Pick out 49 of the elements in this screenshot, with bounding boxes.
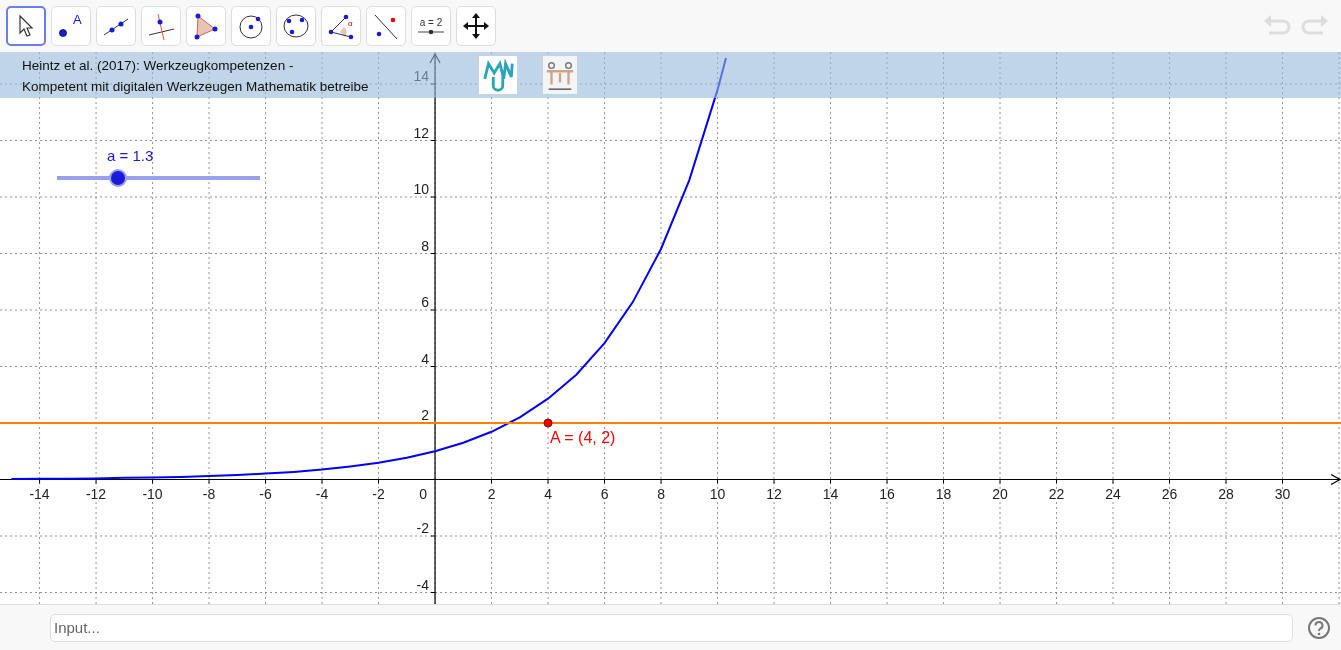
- axis-tick-label: 10: [413, 181, 430, 197]
- tool-button[interactable]: A: [51, 6, 91, 46]
- ellipse-icon: [281, 11, 311, 41]
- slider-icon: [416, 27, 446, 36]
- origin-label: 0: [419, 485, 427, 502]
- axis-tick-label: -12: [85, 485, 107, 502]
- axis-tick-label: 18: [935, 485, 952, 502]
- axis-tick-label: -8: [202, 485, 216, 502]
- axis-tick-label: 30: [1274, 485, 1291, 502]
- tool-button[interactable]: α: [321, 6, 361, 46]
- axis-tick-label: 24: [1105, 485, 1121, 502]
- point-icon: [59, 29, 67, 37]
- axis-tick-label: 14: [822, 485, 839, 502]
- axis-tick-label: 28: [1218, 485, 1234, 502]
- axis-tick-label: 12: [413, 124, 430, 141]
- axis-tick-label: -4: [315, 485, 329, 502]
- axis-tick-label: 2: [421, 407, 430, 423]
- slider-thumb[interactable]: [110, 171, 125, 185]
- slider-label: a = 1.3: [107, 147, 155, 165]
- axis-tick-label: 2: [487, 485, 496, 502]
- axis-tick-label: 4: [421, 350, 430, 367]
- axis-tick-label: -14: [29, 485, 50, 502]
- axis-tick-label: 6: [421, 294, 430, 310]
- axis-tick-label: 14: [413, 68, 430, 84]
- axis-tick-label: 8: [421, 237, 430, 254]
- tool-button[interactable]: a = 2: [411, 6, 451, 46]
- axis-tick-label: 22: [1048, 485, 1065, 502]
- axis-tick-label: 26: [1161, 485, 1178, 502]
- logo-icon: [479, 55, 517, 95]
- help-icon[interactable]: [1307, 615, 1331, 640]
- axis-tick-label: -6: [259, 485, 272, 502]
- axis-tick-label: -2: [416, 520, 430, 536]
- point-label: A = (4, 2): [550, 429, 616, 446]
- axis-tick-label: 4: [544, 485, 552, 502]
- axis-tick-label: 20: [992, 485, 1008, 502]
- axis-tick-label: 10: [709, 485, 726, 502]
- axis-tick-label: -4: [416, 576, 430, 593]
- axis-tick-label: 12: [766, 485, 782, 502]
- axis-tick-label: 16: [879, 485, 895, 502]
- perpendicular-line-icon: [146, 11, 176, 41]
- move-arrows-icon: [461, 11, 491, 41]
- axis-tick-label: -10: [142, 485, 163, 502]
- axis-tick-label: -2: [372, 485, 385, 502]
- axis-tick-label: 6: [600, 485, 609, 502]
- point[interactable]: [543, 418, 553, 428]
- banner-text: Kompetent mit digitalen Werkzeugen Mathematik betreibe: [22, 78, 369, 96]
- axis-tick-label: 8: [657, 485, 665, 502]
- banner-text: Heintz et al. (2017): Werkzeugkompetenzen -: [22, 57, 294, 75]
- input-field[interactable]: Input...: [50, 613, 1293, 642]
